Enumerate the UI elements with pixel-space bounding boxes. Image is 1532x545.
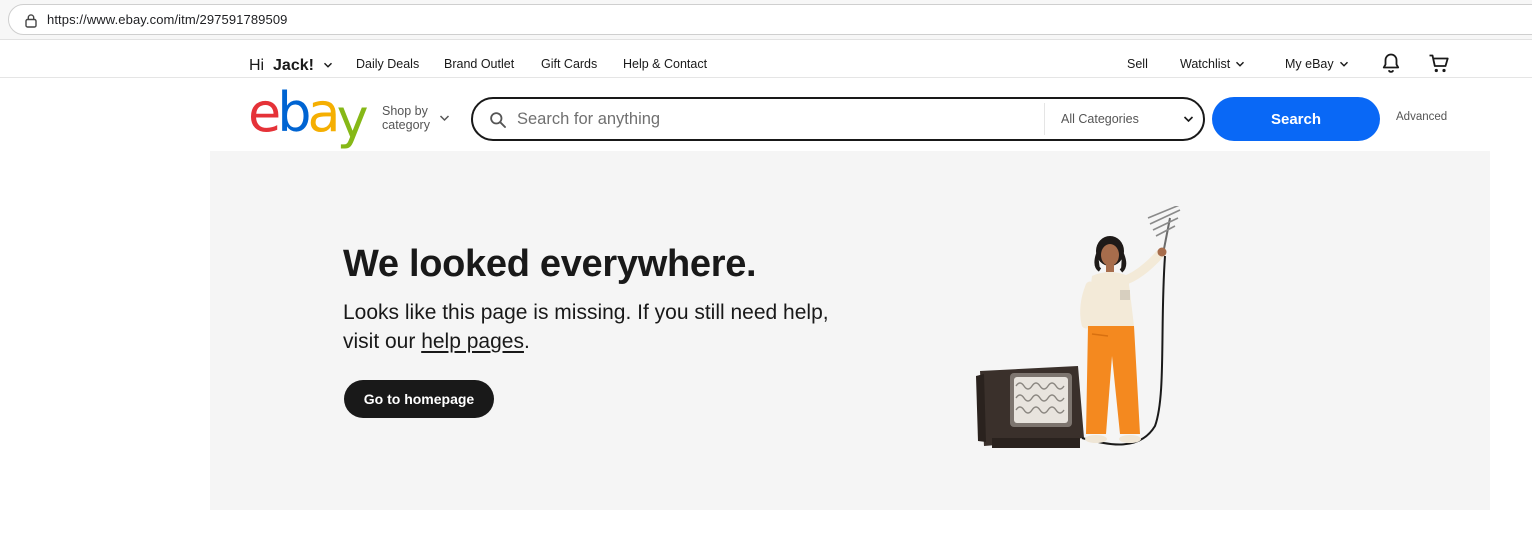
tv-icon [976, 366, 1084, 448]
sell-link[interactable]: Sell [1127, 57, 1148, 71]
url-text: https://www.ebay.com/itm/297591789509 [47, 12, 288, 27]
advanced-search-link[interactable]: Advanced [1396, 111, 1447, 123]
nav-link-daily-deals[interactable]: Daily Deals [356, 57, 419, 71]
logo-letter-a: a [307, 81, 341, 144]
nav-link-gift-cards[interactable]: Gift Cards [541, 57, 597, 71]
help-pages-link[interactable]: help pages [421, 330, 524, 353]
my-ebay-menu[interactable]: My eBay [1285, 57, 1349, 71]
go-to-homepage-button[interactable]: Go to homepage [344, 380, 494, 418]
chevron-down-icon [1183, 116, 1194, 123]
logo-letter-b: b [277, 81, 311, 144]
my-ebay-label: My eBay [1285, 57, 1334, 71]
chevron-down-icon [439, 115, 450, 122]
category-select[interactable]: All Categories [1061, 112, 1139, 126]
not-found-hero: We looked everywhere. Looks like this pa… [210, 151, 1490, 510]
lock-icon [25, 14, 37, 28]
logo-letter-e: e [248, 81, 281, 144]
antenna-icon [1147, 206, 1181, 255]
greeting-menu[interactable]: Hi Jack! [249, 57, 333, 75]
greeting-prefix: Hi [249, 57, 269, 74]
nav-link-help-contact[interactable]: Help & Contact [623, 57, 707, 71]
search-icon [490, 112, 506, 128]
search-button[interactable]: Search [1212, 97, 1380, 141]
chevron-down-icon [1236, 61, 1245, 67]
greeting-name: Jack! [273, 57, 314, 74]
bell-icon[interactable] [1381, 52, 1401, 74]
nav-link-brand-outlet[interactable]: Brand Outlet [444, 57, 514, 71]
person-with-antenna-and-tv-illustration [976, 206, 1181, 448]
page-title: We looked everywhere. [343, 243, 757, 285]
person-figure [1080, 236, 1167, 443]
cart-icon[interactable] [1428, 53, 1450, 74]
search-input[interactable] [517, 103, 1037, 135]
watchlist-label: Watchlist [1180, 57, 1231, 71]
hero-message-end: . [523, 330, 530, 353]
browser-address-bar: https://www.ebay.com/itm/297591789509 [0, 0, 1532, 40]
logo-letter-y: y [336, 87, 369, 150]
url-field[interactable]: https://www.ebay.com/itm/297591789509 [8, 4, 1532, 35]
search-bar: All Categories [471, 97, 1205, 141]
watchlist-menu[interactable]: Watchlist [1180, 57, 1245, 71]
ebay-logo[interactable]: ebay [248, 81, 369, 149]
hero-message: Looks like this page is missing. If you … [343, 298, 863, 356]
chevron-down-icon [1339, 61, 1348, 67]
hero-message-text: Looks like this page is missing. If you … [343, 301, 829, 353]
search-divider [1044, 103, 1045, 135]
chevron-down-icon [324, 62, 333, 68]
